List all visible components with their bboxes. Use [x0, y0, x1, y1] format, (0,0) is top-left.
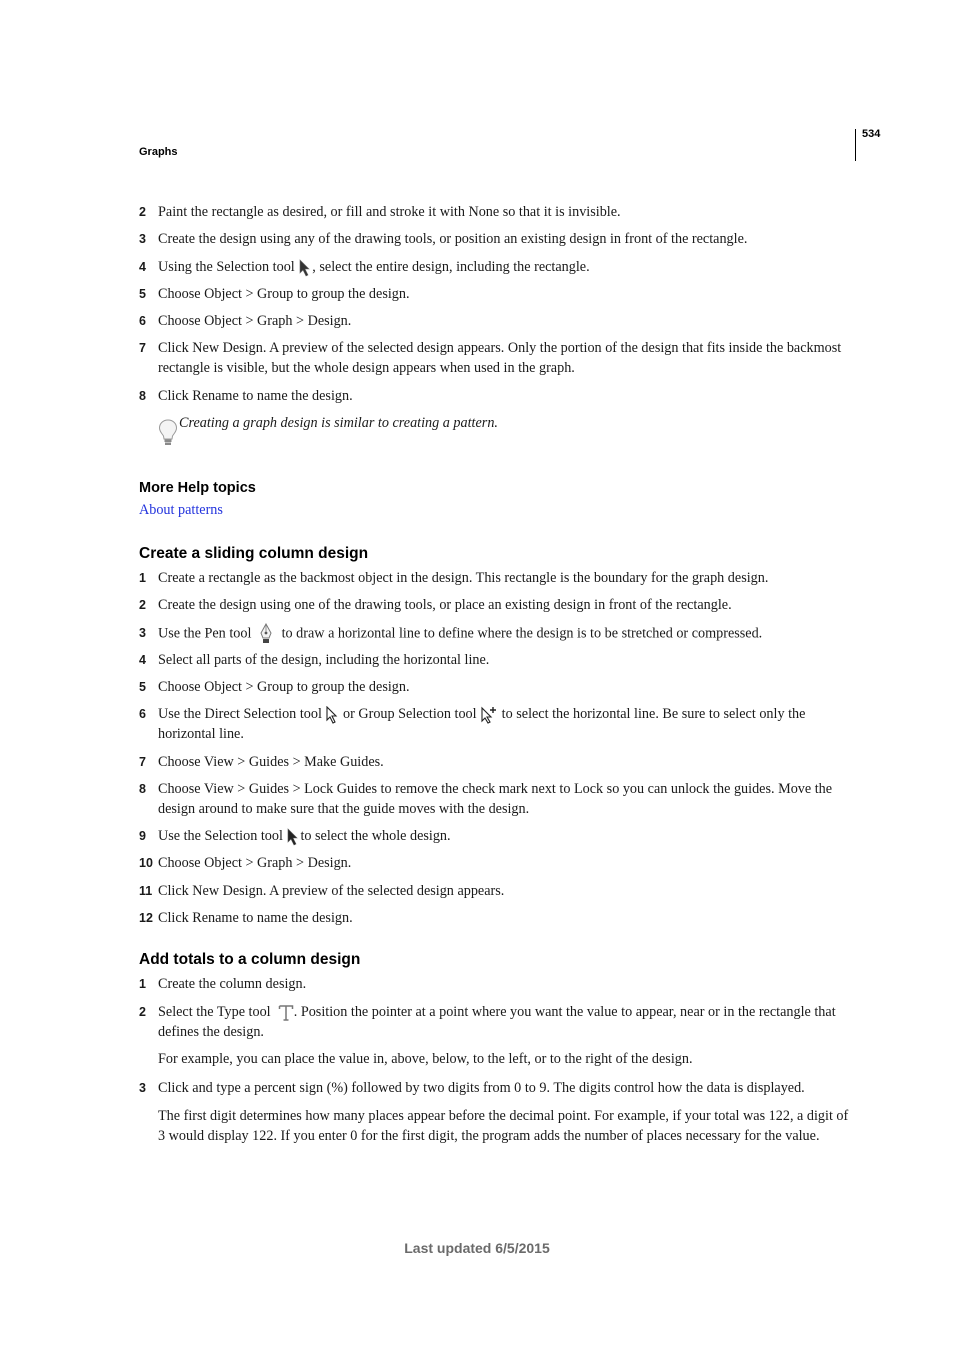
step-number: 1	[139, 977, 146, 991]
step-text: Create a rectangle as the backmost objec…	[158, 570, 769, 586]
step-note: The first digit determines how many plac…	[158, 1108, 849, 1144]
list-item: 7 Click New Design. A preview of the sel…	[139, 338, 854, 378]
step-text-before: Select the Type tool	[158, 1004, 271, 1020]
list-item: 9 Use the Selection tool to select the w…	[139, 826, 854, 846]
step-text: Use the Direct Selection tool or Group S…	[158, 704, 854, 744]
step-text: Select all parts of the design, includin…	[158, 652, 490, 668]
step-text-before: Use the Selection tool	[158, 828, 283, 844]
document-page: Graphs 534 2 Paint the rectangle as desi…	[0, 0, 954, 1350]
step-text-after: , select the entire design, including th…	[312, 259, 590, 275]
tip-note: Creating a graph design is similar to cr…	[158, 413, 758, 449]
step-number: 5	[139, 287, 146, 301]
step-text: Select the Type tool . Position the poin…	[158, 1002, 854, 1042]
step-number: 8	[139, 389, 146, 403]
list-item: 2 Select the Type tool . Position the po…	[139, 1002, 854, 1042]
tip-text: Creating a graph design is similar to cr…	[179, 415, 498, 431]
list-item: 10 Choose Object > Graph > Design.	[139, 853, 854, 873]
selection-tool-icon	[286, 828, 300, 846]
step-number: 5	[139, 680, 146, 694]
more-help-heading: More Help topics	[139, 480, 256, 496]
step-text: Click New Design. A preview of the selec…	[158, 340, 842, 376]
page-number-rule	[855, 129, 856, 161]
step-text: Create the design using any of the drawi…	[158, 231, 748, 247]
step-text: Choose View > Guides > Make Guides.	[158, 754, 384, 770]
step-number: 8	[139, 782, 146, 796]
step-number: 9	[139, 829, 146, 843]
step-text: Click Rename to name the design.	[158, 910, 353, 926]
step-number: 3	[139, 626, 146, 640]
list-item: 7 Choose View > Guides > Make Guides.	[139, 752, 854, 772]
group-selection-tool-icon	[480, 706, 498, 724]
list-item: 5 Choose Object > Group to group the des…	[139, 284, 854, 304]
step-text: Create the design using one of the drawi…	[158, 597, 732, 613]
list-item: 8 Choose View > Guides > Lock Guides to …	[139, 779, 854, 819]
list-item: 1 Create the column design.	[139, 974, 854, 994]
page-number: 534	[862, 128, 881, 140]
step-text-middle: or Group Selection tool	[343, 706, 477, 722]
list-item: 4 Using the Selection tool , select the …	[139, 257, 854, 277]
list-item: 8 Click Rename to name the design.	[139, 386, 854, 406]
list-item: 11 Click New Design. A preview of the se…	[139, 881, 854, 901]
list-item: 2 Create the design using one of the dra…	[139, 595, 854, 615]
step-number: 7	[139, 755, 146, 769]
step-number: 7	[139, 341, 146, 355]
step-text: Using the Selection tool , select the en…	[158, 257, 854, 277]
section-heading-add-totals: Add totals to a column design	[139, 951, 361, 968]
step-text: Use the Pen tool to draw a horizontal li…	[158, 623, 854, 645]
step-number: 4	[139, 260, 146, 274]
step-text: Create the column design.	[158, 976, 307, 992]
step-text: Choose View > Guides > Lock Guides to re…	[158, 781, 833, 817]
list-item: 2 Paint the rectangle as desired, or fil…	[139, 202, 854, 222]
list-item: 5 Choose Object > Group to group the des…	[139, 677, 854, 697]
pen-tool-icon	[258, 623, 274, 645]
last-updated-footer: Last updated 6/5/2015	[404, 1240, 550, 1256]
list-item: 6 Use the Direct Selection tool or Group…	[139, 704, 854, 744]
step-text: Click Rename to name the design.	[158, 388, 353, 404]
step-text: Click and type a percent sign (%) follow…	[158, 1080, 805, 1096]
step-number: 2	[139, 205, 146, 219]
step-text: Use the Selection tool to select the who…	[158, 826, 854, 846]
about-patterns-link[interactable]: About patterns	[139, 502, 223, 519]
list-item: 3 Create the design using any of the dra…	[139, 229, 854, 249]
step-number: 11	[139, 884, 153, 898]
step-text-after: to select the whole design.	[300, 828, 451, 844]
step-text-before: Use the Pen tool	[158, 625, 252, 642]
list-item: 3 Click and type a percent sign (%) foll…	[139, 1078, 854, 1098]
step-number: 4	[139, 653, 146, 667]
list-item: 12 Click Rename to name the design.	[139, 908, 854, 928]
step-text: Choose Object > Group to group the desig…	[158, 286, 410, 302]
type-tool-icon	[278, 1004, 294, 1022]
list-item: 6 Choose Object > Graph > Design.	[139, 311, 854, 331]
list-item: 3 Use the Pen tool to draw a horizontal …	[139, 623, 854, 645]
step-text: Choose Object > Graph > Design.	[158, 313, 352, 329]
selection-tool-icon	[298, 259, 312, 277]
step-number: 3	[139, 1081, 146, 1095]
direct-selection-tool-icon	[325, 705, 339, 724]
step-text: Choose Object > Group to group the desig…	[158, 679, 410, 695]
step-text-before: Using the Selection tool	[158, 259, 295, 275]
step-number: 1	[139, 571, 146, 585]
step-number: 3	[139, 232, 146, 246]
list-item: 1 Create a rectangle as the backmost obj…	[139, 568, 854, 588]
step-note: For example, you can place the value in,…	[158, 1051, 693, 1067]
step-number: 2	[139, 1005, 146, 1019]
list-item: 4 Select all parts of the design, includ…	[139, 650, 854, 670]
lightbulb-icon	[158, 419, 178, 447]
step-number: 2	[139, 598, 146, 612]
step-text: Click New Design. A preview of the selec…	[158, 883, 505, 899]
step-number: 6	[139, 707, 146, 721]
step-text-after: to draw a horizontal line to define wher…	[281, 625, 763, 642]
step-number: 10	[139, 856, 153, 870]
step-text: Paint the rectangle as desired, or fill …	[158, 204, 621, 220]
step-text: Choose Object > Graph > Design.	[158, 855, 352, 871]
step-text-before: Use the Direct Selection tool	[158, 706, 322, 722]
step-number: 6	[139, 314, 146, 328]
running-head: Graphs	[139, 146, 178, 158]
step-number: 12	[139, 911, 153, 925]
section-heading-sliding-column: Create a sliding column design	[139, 545, 369, 562]
